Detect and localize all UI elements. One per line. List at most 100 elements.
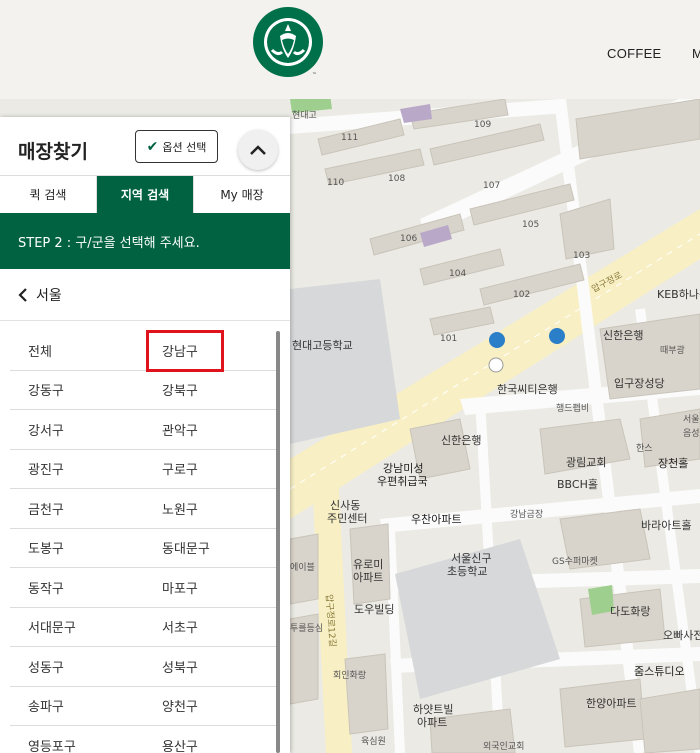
check-icon: ✔ [146,138,159,155]
map-label: 오빠사전 [663,629,700,642]
map-label: 현대고 [292,111,317,121]
map-label: 111 [341,133,359,143]
map-label: 현대고등학교 [292,339,353,352]
map-label: 아파트 [353,571,384,584]
district-item[interactable]: 구로구 [144,459,278,478]
district-row: 강동구 강북구 [10,371,278,410]
district-row: 광진구 구로구 [10,450,278,489]
map-label: 음성을 [683,429,700,439]
district-row: 도봉구 동대문구 [10,529,278,568]
district-item[interactable]: 강북구 [144,380,278,399]
map-label: 투를등심 [290,624,324,634]
map-label: 장천홀 [658,457,689,470]
district-row: 성동구 성북구 [10,647,278,687]
nav-coffee[interactable]: COFFEE [607,46,662,61]
map-label: 줌스튜디오 [634,665,685,678]
highlighted-district-marker [146,330,224,372]
map-label: 102 [513,290,531,300]
district-item[interactable]: 관악구 [144,420,278,439]
map-label: 106 [400,234,418,244]
district-item[interactable]: 서대문구 [10,617,144,636]
district-item[interactable]: 송파구 [10,696,144,715]
district-item[interactable]: 금천구 [10,499,144,518]
map-label: 입구장성당 [614,377,665,390]
district-item[interactable]: 용산구 [144,736,278,753]
map-label: 아파트 [417,716,448,729]
district-item[interactable]: 노원구 [144,499,278,518]
map-label: 회인화랑 [333,671,367,681]
map-label: 행드펩비 [556,404,590,414]
map-label: 110 [327,178,345,188]
district-item[interactable]: 동대문구 [144,538,278,557]
map-label: GS수퍼마켓 [552,557,598,567]
map-label: 103 [573,251,591,261]
option-select-label: 옵션 선택 [162,140,207,154]
district-item[interactable]: 전체 [10,341,144,360]
map-label: 109 [474,120,492,130]
map-label: 한국씨티은행 [497,383,558,396]
map-label: KEB하나은 [657,288,700,301]
district-item[interactable]: 강동구 [10,380,144,399]
map-label: 육심원 [361,737,386,747]
map-label: 때부광 [660,346,685,356]
district-item[interactable]: 광진구 [10,459,144,478]
map-label: 우찬아파트 [411,513,462,526]
district-item[interactable]: 마포구 [144,578,278,597]
step-instruction: STEP 2 : 구/군을 선택해 주세요. [0,213,290,269]
tab-my-store[interactable]: My 매장 [194,176,290,213]
back-to-city-button[interactable]: 서울 [0,269,290,321]
district-row: 송파구 양천구 [10,687,278,726]
district-item[interactable]: 영등포구 [10,736,144,753]
map-label: 신한은행 [603,329,644,342]
map-label: 에이블 [290,563,315,573]
option-select-button[interactable]: ✔ 옵션 선택 [135,130,218,163]
panel-header: 매장찾기 ✔ 옵션 선택 [0,117,290,175]
map-label: 서울 [683,415,700,425]
district-list: 전체 강남구 강동구 강북구 강서구 관악구 광진구 구로구 금천구 노원구 도… [10,331,278,753]
tab-quick-search[interactable]: 퀵 검색 [0,176,97,213]
district-row: 동작구 마포구 [10,568,278,608]
map-label: 초등학교 [447,565,488,578]
district-item[interactable]: 동작구 [10,578,144,597]
district-item[interactable]: 강서구 [10,420,144,439]
panel-title: 매장찾기 [18,141,88,163]
district-row: 금천구 노원구 [10,489,278,529]
district-item[interactable]: 도봉구 [10,538,144,557]
district-row: 강서구 관악구 [10,410,278,450]
map-label: 외국인교회 [483,742,525,752]
city-label: 서울 [36,287,62,304]
district-item[interactable]: 성북구 [144,657,278,676]
site-header: ™ COFFEE M [0,0,700,99]
map-label: 바라아트홀 [641,519,692,532]
map-label: 107 [483,181,501,191]
map-label: 101 [440,334,458,344]
district-item[interactable]: 서초구 [144,617,278,636]
map-label: 105 [522,220,540,230]
svg-text:™: ™ [312,72,317,78]
district-row: 서대문구 서초구 [10,608,278,647]
starbucks-logo-icon[interactable]: ™ [252,6,324,78]
map-label: 우편취급국 [377,475,428,488]
chevron-left-icon [18,287,27,302]
map-label: 광림교회 [566,456,607,469]
map-label: 신한은행 [441,434,482,447]
tab-region-search[interactable]: 지역 검색 [97,176,194,213]
map-label: BBCH홀 [557,478,598,491]
chevron-up-icon [250,145,266,155]
map-label: 한양아파트 [586,697,637,710]
district-row: 영등포구 용산구 [10,726,278,753]
nav-menu[interactable]: M [692,46,700,61]
district-list-scrollbar[interactable] [276,331,280,753]
collapse-button[interactable] [238,130,278,170]
map-label: 104 [449,269,467,279]
district-item[interactable]: 양천구 [144,696,278,715]
map-label: 강남금장 [510,510,544,520]
district-item[interactable]: 성동구 [10,657,144,676]
district-row: 전체 강남구 [10,331,278,371]
map-label: 도우빌딩 [354,603,395,616]
map-label: 다도화랑 [610,605,651,618]
map-label: 108 [388,174,406,184]
map-label: 한스 [636,444,653,454]
search-tabs: 퀵 검색 지역 검색 My 매장 [0,175,290,213]
store-finder-panel: 매장찾기 ✔ 옵션 선택 퀵 검색 지역 검색 My 매장 STEP 2 : 구… [0,117,290,753]
